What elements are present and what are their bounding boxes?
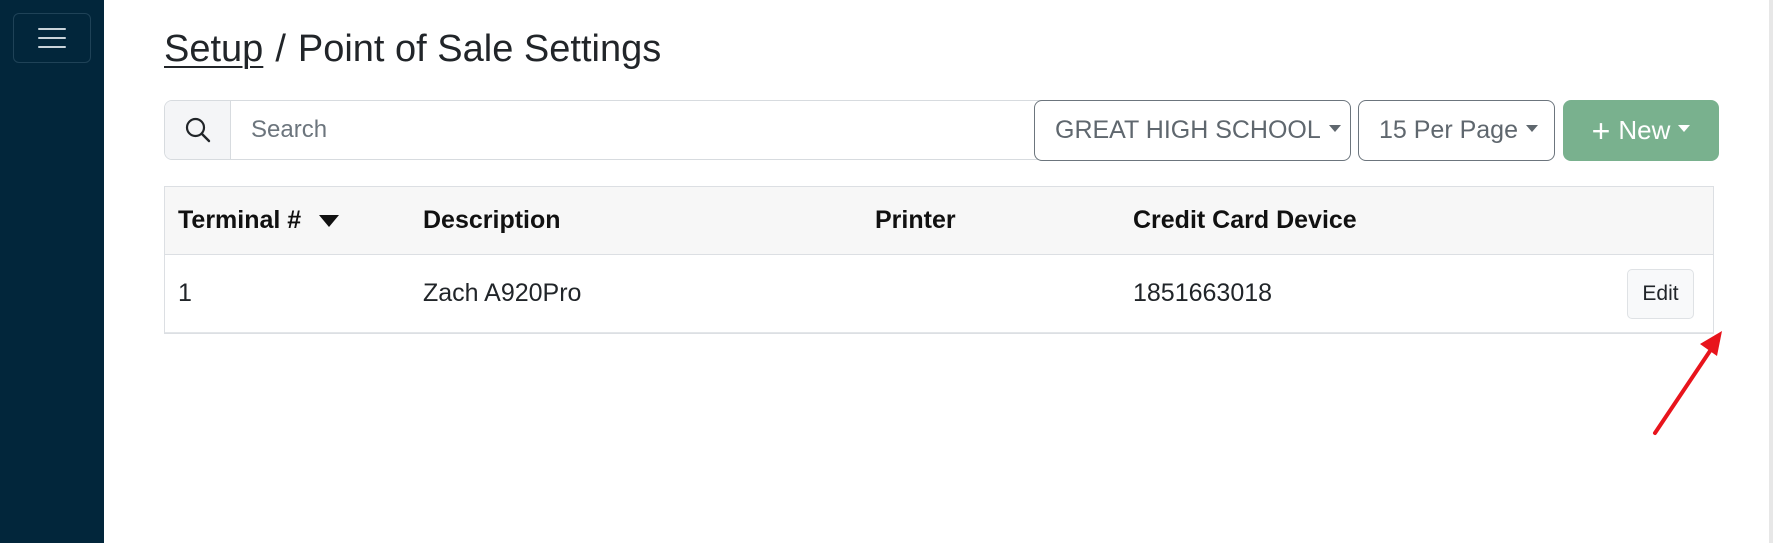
search-group — [164, 100, 1082, 160]
chevron-down-icon — [1526, 125, 1538, 132]
table-row: 1 Zach A920Pro 1851663018 Edit — [165, 255, 1713, 333]
search-icon — [165, 101, 231, 159]
chevron-down-icon — [1328, 125, 1341, 132]
breadcrumb-setup-link[interactable]: Setup — [164, 28, 263, 70]
cell-terminal: 1 — [178, 279, 192, 307]
column-header-terminal[interactable]: Terminal # — [165, 206, 423, 235]
annotation-arrow-icon — [1653, 331, 1722, 435]
new-button[interactable]: + New — [1563, 100, 1719, 161]
hamburger-menu-icon[interactable] — [13, 13, 91, 63]
school-dropdown-label: GREAT HIGH SCHOOL — [1055, 116, 1321, 144]
new-button-label: New — [1618, 115, 1671, 145]
terminals-table: Terminal # Description Printer Credit Ca… — [164, 186, 1714, 334]
app-window: Setup / Point of Sale Settings GREAT HIGH … — [0, 0, 1773, 543]
column-header-credit-card-device[interactable]: Credit Card Device — [1133, 206, 1533, 235]
chevron-down-icon — [1678, 125, 1691, 132]
cell-credit-card-device: 1851663018 — [1133, 279, 1273, 307]
page-title: Point of Sale Settings — [297, 28, 662, 70]
school-dropdown[interactable]: GREAT HIGH SCHOOL — [1034, 100, 1351, 161]
per-page-dropdown[interactable]: 15 Per Page — [1358, 100, 1555, 161]
breadcrumb-separator: / — [275, 28, 286, 70]
search-input[interactable] — [231, 101, 1081, 159]
sidebar — [0, 0, 104, 543]
table-header: Terminal # Description Printer Credit Ca… — [165, 187, 1713, 255]
per-page-label: 15 Per Page — [1379, 116, 1518, 144]
plus-icon: + — [1591, 112, 1611, 149]
caret-down-icon — [319, 214, 340, 227]
column-header-printer[interactable]: Printer — [875, 206, 1133, 235]
main-content: Setup / Point of Sale Settings GREAT HIGH … — [104, 0, 1773, 543]
breadcrumb: Setup / Point of Sale Settings — [164, 28, 661, 71]
column-header-description[interactable]: Description — [423, 206, 875, 235]
cell-description: Zach A920Pro — [423, 279, 582, 307]
window-edge — [1769, 0, 1773, 543]
